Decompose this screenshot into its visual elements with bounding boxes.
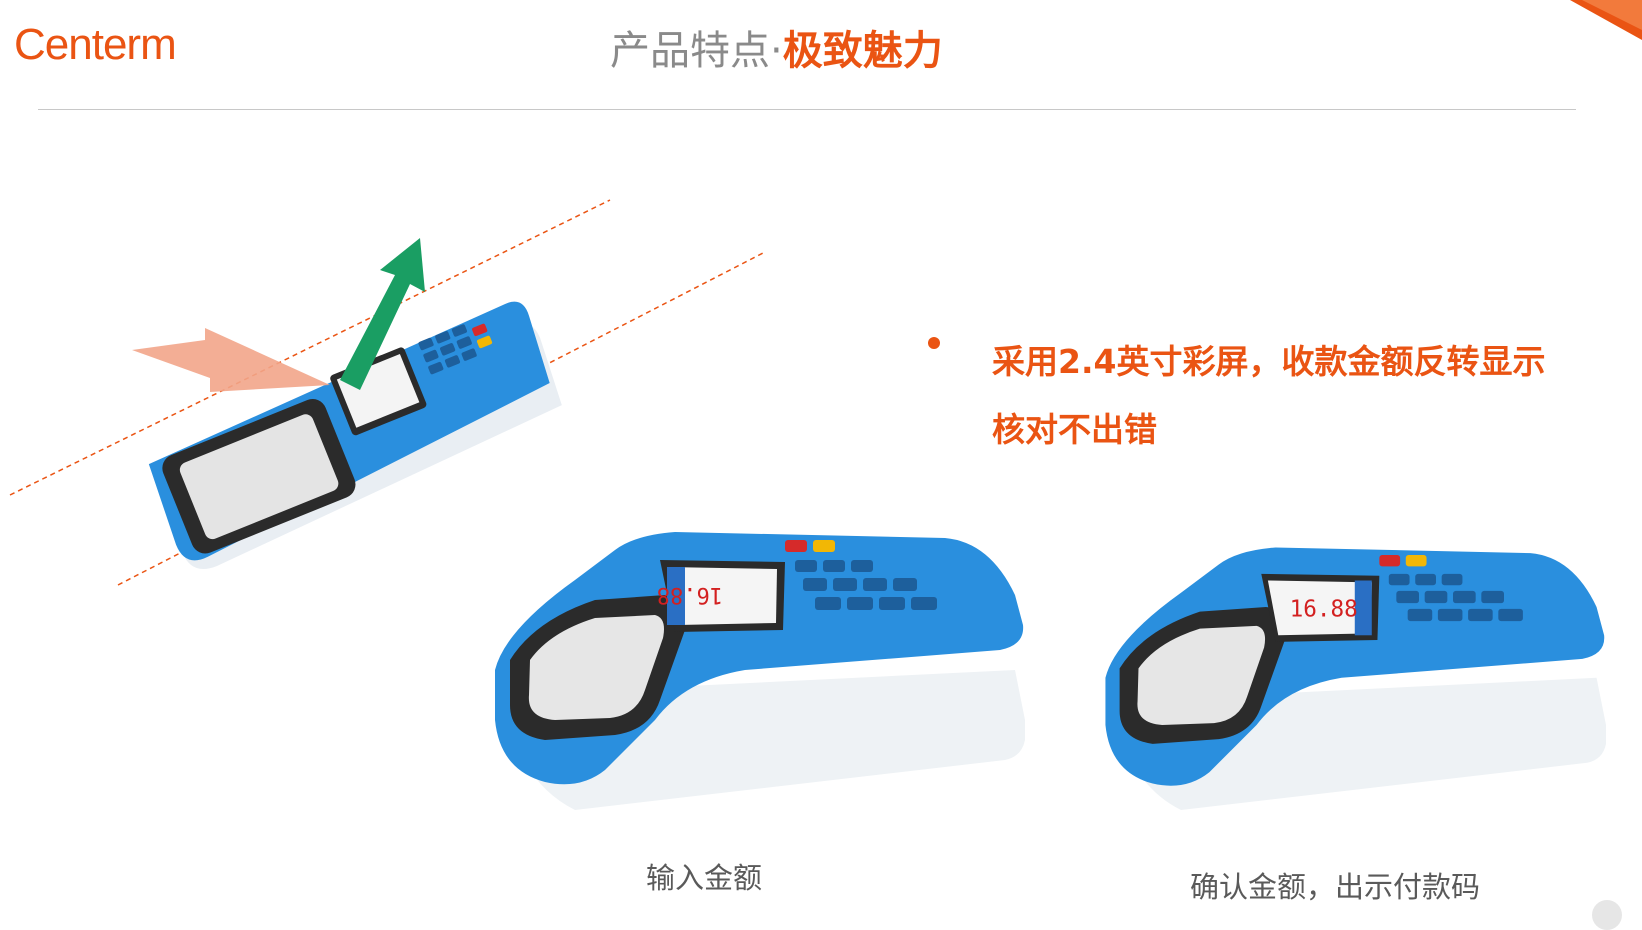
screen-amount: 16.88 xyxy=(1290,596,1358,622)
caption-input-amount: 输入金额 xyxy=(646,861,763,895)
caption-confirm-amount: 确认金额，出示付款码 xyxy=(1190,870,1481,904)
title-prefix: 产品特点· xyxy=(610,28,783,74)
screen-amount-reversed: 16.88 xyxy=(657,582,723,607)
pos-device-input: 16.88 xyxy=(495,532,1025,810)
bullet-dot xyxy=(928,337,940,349)
feature-line-2: 核对不出错 xyxy=(992,410,1157,449)
centerm-logo: Centerm xyxy=(14,20,177,69)
page-title: 产品特点·极致魅力 xyxy=(610,18,943,76)
page-indicator xyxy=(1592,900,1622,930)
feature-line-1: 采用2.4英寸彩屏，收款金额反转显示 xyxy=(992,342,1546,381)
corner-ribbon xyxy=(1570,0,1642,40)
title-highlight: 极致魅力 xyxy=(782,28,943,74)
feature-description: 采用2.4英寸彩屏，收款金额反转显示 核对不出错 xyxy=(992,328,1632,464)
header-divider xyxy=(38,109,1576,110)
pos-device-confirm: 16.88 xyxy=(1105,547,1606,810)
